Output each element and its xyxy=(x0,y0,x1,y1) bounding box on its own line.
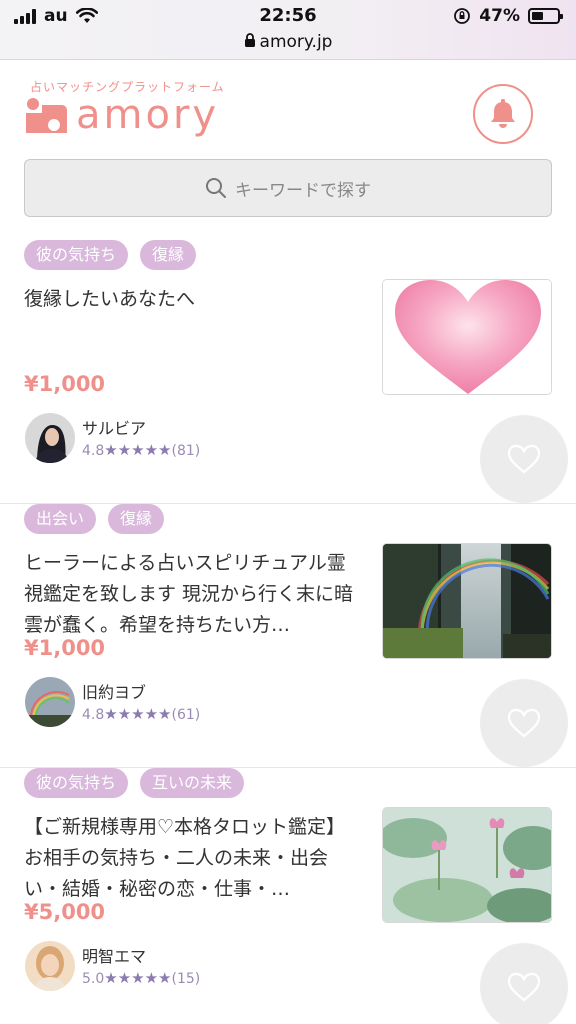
listing-thumbnail[interactable] xyxy=(382,543,552,659)
review-count: (61) xyxy=(171,707,201,723)
tag[interactable]: 彼の気持ち xyxy=(24,768,129,798)
review-count: (15) xyxy=(171,971,201,987)
search-box[interactable]: キーワードで探す xyxy=(24,159,552,217)
rating-score: 5.0 xyxy=(82,971,105,987)
bell-icon xyxy=(491,99,515,128)
tag[interactable]: 復縁 xyxy=(108,504,165,534)
favorite-button[interactable] xyxy=(480,415,568,503)
search-icon xyxy=(206,178,226,198)
search-placeholder: キーワードで探す xyxy=(235,180,371,201)
seller-rating: 5.0★★★★★(15) xyxy=(82,969,200,987)
status-bar: au 22:56 amory.jp 47% xyxy=(0,0,576,60)
seller-rating: 4.8★★★★★(81) xyxy=(82,441,200,459)
listing-thumbnail[interactable] xyxy=(382,279,552,395)
heart-outline-icon xyxy=(507,972,541,1002)
seller-avatar[interactable] xyxy=(25,413,75,463)
tag[interactable]: 復縁 xyxy=(140,240,197,270)
listing-thumbnail[interactable] xyxy=(382,807,552,923)
listing-title[interactable]: ヒーラーによる占いスピリチュアル霊視鑑定を致します 現況から行く末に暗雲が蠢く。… xyxy=(24,548,359,641)
avatar-image xyxy=(25,677,75,727)
brand-name: amory xyxy=(76,92,220,138)
rating-stars: ★★★★★ xyxy=(104,441,172,459)
listing-card[interactable]: 彼の気持ち 復縁 復縁したいあなたへ ¥1,000 サルビア 4.8★★★★★(… xyxy=(0,240,576,504)
listing-card[interactable]: 彼の気持ち 互いの未来 【ご新規様専用♡本格タロット鑑定】お相手の気持ち・二人の… xyxy=(0,768,576,1024)
waterfall-rainbow-image xyxy=(383,544,551,658)
seller-name[interactable]: 旧約ヨブ xyxy=(82,679,146,703)
url-text: amory.jp xyxy=(259,32,333,52)
notification-button[interactable] xyxy=(473,84,533,144)
rating-score: 4.8 xyxy=(82,707,105,723)
tag-list: 彼の気持ち 互いの未来 xyxy=(24,768,245,798)
status-right: 47% xyxy=(453,6,563,26)
listing-price: ¥1,000 xyxy=(24,372,106,396)
listing-price: ¥5,000 xyxy=(24,900,106,924)
tag-list: 出会い 復縁 xyxy=(24,504,165,534)
battery-icon xyxy=(528,8,563,24)
battery-percent: 47% xyxy=(479,6,520,26)
seller-name[interactable]: サルビア xyxy=(82,415,146,439)
listing-title[interactable]: 【ご新規様専用♡本格タロット鑑定】お相手の気持ち・二人の未来・出会い・結婚・秘密… xyxy=(24,812,359,905)
seller-avatar[interactable] xyxy=(25,941,75,991)
heart-outline-icon xyxy=(507,444,541,474)
seller-rating: 4.8★★★★★(61) xyxy=(82,705,200,723)
favorite-button[interactable] xyxy=(480,679,568,767)
rating-stars: ★★★★★ xyxy=(104,705,172,723)
address-bar[interactable]: amory.jp xyxy=(0,32,576,52)
rating-score: 4.8 xyxy=(82,443,105,459)
avatar-image xyxy=(25,941,75,991)
rating-stars: ★★★★★ xyxy=(104,969,172,987)
heart-outline-icon xyxy=(507,708,541,738)
tag-list: 彼の気持ち 復縁 xyxy=(24,240,197,270)
lock-icon xyxy=(244,33,255,47)
listing-card[interactable]: 出会い 復縁 ヒーラーによる占いスピリチュアル霊視鑑定を致します 現況から行く末… xyxy=(0,504,576,768)
seller-avatar[interactable] xyxy=(25,677,75,727)
amory-mark-icon xyxy=(26,98,67,133)
logo[interactable]: amory xyxy=(24,92,219,138)
tag[interactable]: 互いの未来 xyxy=(140,768,245,798)
orientation-lock-icon xyxy=(454,8,471,24)
listing-price: ¥1,000 xyxy=(24,636,106,660)
avatar-image xyxy=(25,413,75,463)
tag[interactable]: 彼の気持ち xyxy=(24,240,129,270)
lotus-pond-image xyxy=(383,808,551,922)
listing-title[interactable]: 復縁したいあなたへ xyxy=(24,284,359,315)
heart-image xyxy=(383,280,551,394)
tag[interactable]: 出会い xyxy=(24,504,97,534)
seller-name[interactable]: 明智エマ xyxy=(82,943,146,967)
favorite-button[interactable] xyxy=(480,943,568,1024)
review-count: (81) xyxy=(171,443,201,459)
